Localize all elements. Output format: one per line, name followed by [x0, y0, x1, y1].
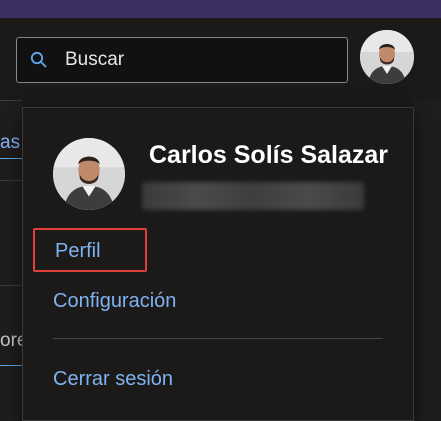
user-avatar	[53, 138, 125, 210]
search-box[interactable]	[16, 37, 348, 83]
background-text: as	[0, 132, 21, 153]
background-text: ore	[0, 330, 22, 351]
top-app-bar-strip	[0, 0, 441, 18]
menu-divider	[53, 338, 383, 339]
menu-item-sign-out[interactable]: Cerrar sesión	[53, 368, 173, 391]
search-input[interactable]	[65, 38, 335, 82]
divider	[0, 285, 22, 286]
background-content-right	[414, 100, 441, 421]
divider	[0, 158, 22, 159]
user-name: Carlos Solís Salazar	[149, 141, 389, 169]
search-icon	[30, 51, 48, 69]
divider	[0, 365, 22, 366]
menu-item-settings[interactable]: Configuración	[53, 290, 176, 313]
menu-item-profile[interactable]: Perfil	[33, 228, 147, 272]
avatar-photo	[53, 138, 125, 210]
redacted-email	[142, 182, 364, 210]
divider	[0, 180, 22, 181]
divider	[0, 100, 22, 101]
account-menu-panel: Carlos Solís Salazar Perfil Configuració…	[22, 107, 414, 421]
background-content: as ore	[0, 100, 22, 421]
account-avatar-button[interactable]	[360, 30, 414, 84]
avatar-photo	[360, 30, 414, 84]
header-bar	[0, 18, 441, 100]
